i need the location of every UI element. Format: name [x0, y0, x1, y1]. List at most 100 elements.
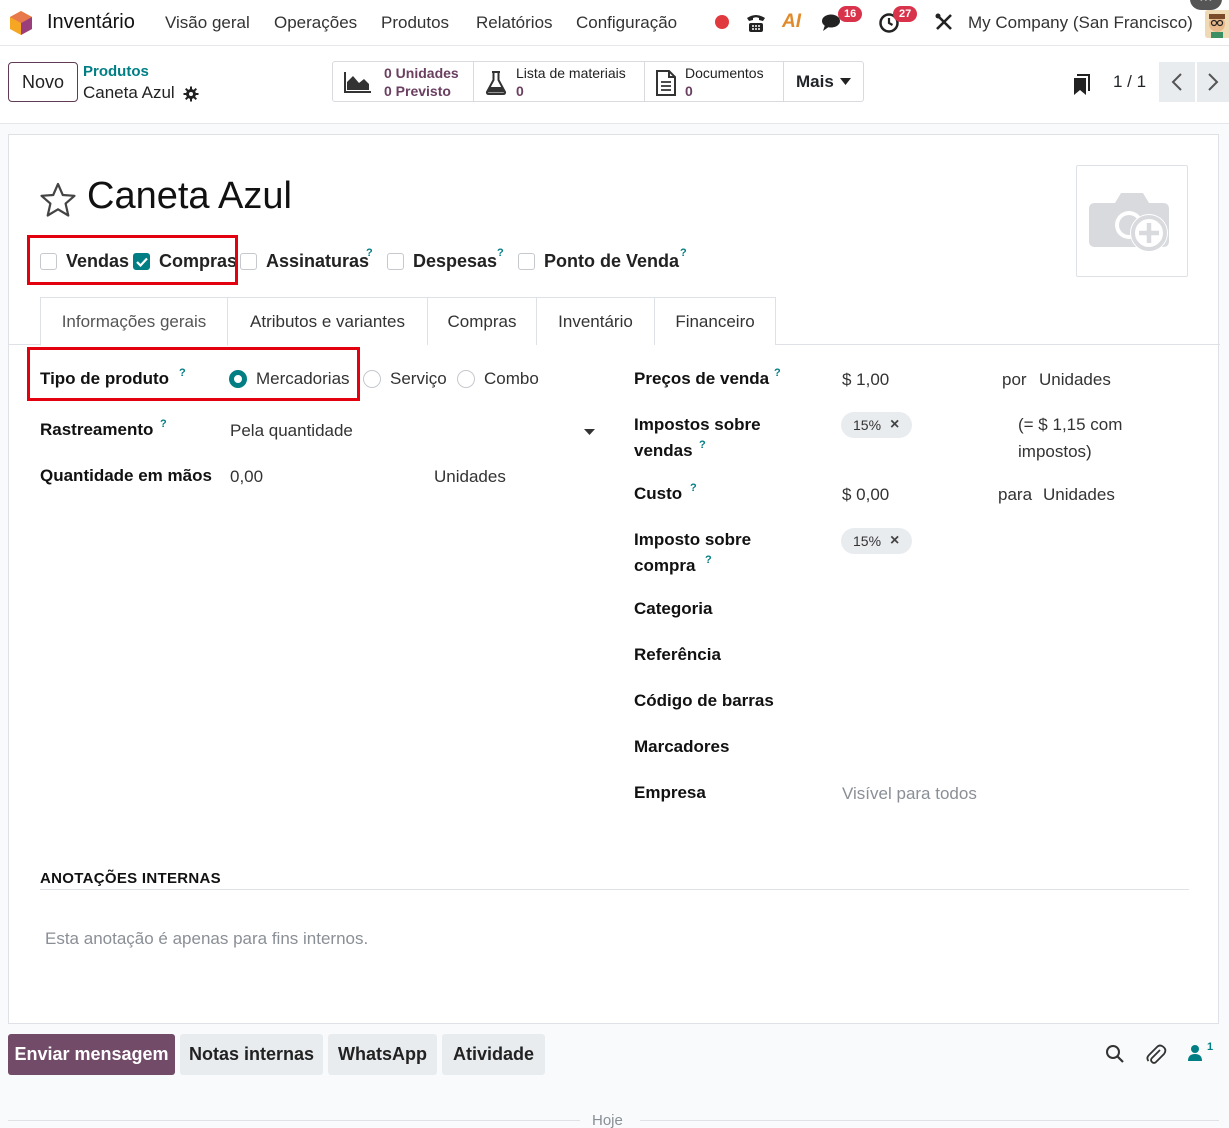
menu-operations[interactable]: Operações	[274, 13, 357, 33]
top-navbar: Inventário Visão geral Operações Produto…	[0, 0, 1229, 46]
help-subscriptions-icon[interactable]: ?	[366, 247, 373, 259]
tax-included-line2: impostos)	[1018, 442, 1092, 461]
product-image-upload[interactable]	[1076, 165, 1188, 277]
caret-down-icon	[840, 78, 851, 85]
pos-checkbox[interactable]	[518, 252, 535, 270]
form-sheet: Caneta Azul Vendas Compras Assinaturas ?…	[8, 134, 1220, 1024]
more-apps-icon[interactable]: ⋯	[1190, 0, 1222, 10]
log-note-button[interactable]: Notas internas	[180, 1034, 323, 1075]
user-avatar[interactable]	[1205, 10, 1229, 38]
qty-on-hand-uom: Unidades	[434, 467, 506, 486]
breadcrumb-products[interactable]: Produtos	[83, 63, 149, 80]
tracking-select[interactable]: Pela quantidade	[230, 421, 353, 441]
followers-icon[interactable]	[1188, 1044, 1204, 1062]
purchase-tax-tag[interactable]: 15% ×	[841, 528, 912, 554]
forecast-stat-button[interactable]: 0 Unidades 0 Previsto	[333, 62, 474, 101]
expenses-label: Despesas	[413, 250, 498, 271]
app-name[interactable]: Inventário	[47, 11, 135, 34]
new-button[interactable]: Novo	[8, 62, 78, 102]
help-purchase-tax-icon[interactable]: ?	[705, 554, 712, 566]
tax-included-line1: (= $ 1,15 com	[1018, 415, 1123, 434]
checkbox-expenses[interactable]: Despesas	[387, 249, 497, 273]
sale-tax-remove-icon[interactable]: ×	[890, 416, 899, 434]
internal-notes-input[interactable]: Esta anotação é apenas para fins interno…	[45, 929, 368, 949]
activity-button[interactable]: Atividade	[442, 1034, 545, 1075]
purchase-tax-remove-icon[interactable]: ×	[890, 532, 899, 550]
radio-combo[interactable]	[457, 370, 475, 388]
help-tracking-icon[interactable]: ?	[160, 418, 167, 430]
radio-service[interactable]	[363, 370, 381, 388]
menu-reports[interactable]: Relatórios	[476, 13, 553, 33]
forecast-predicted: 0 Previsto	[384, 83, 451, 99]
checkbox-subscriptions[interactable]: Assinaturas	[240, 249, 369, 273]
tools-icon[interactable]	[934, 12, 954, 32]
activities-badge: 27	[893, 6, 918, 22]
ai-icon[interactable]: AI	[782, 11, 801, 33]
area-chart-icon	[344, 72, 371, 93]
forecast-units: 0 Unidades	[384, 65, 459, 81]
sale-tax-tag[interactable]: 15% ×	[841, 412, 912, 438]
phone-icon[interactable]	[744, 11, 768, 35]
company-switcher[interactable]: My Company (San Francisco)	[968, 13, 1193, 33]
purchase-tax-label-2: compra	[634, 556, 696, 575]
menu-overview[interactable]: Visão geral	[165, 13, 250, 33]
menu-configuration[interactable]: Configuração	[576, 13, 677, 33]
sale-price-per: por	[1002, 370, 1027, 389]
whatsapp-button[interactable]: WhatsApp	[328, 1034, 437, 1075]
star-icon[interactable]	[39, 182, 77, 218]
tab-inventory[interactable]: Inventário	[536, 297, 655, 345]
help-expenses-icon[interactable]: ?	[497, 247, 504, 259]
tab-attributes-variants[interactable]: Atributos e variantes	[227, 297, 428, 345]
highlight-product-type	[27, 347, 360, 401]
pager-next-button[interactable]	[1197, 62, 1229, 102]
company-label: Empresa	[634, 783, 706, 802]
chevron-left-icon	[1171, 73, 1182, 91]
tracking-label: Rastreamento	[40, 420, 154, 439]
bom-stat-button[interactable]: Lista de materiais 0	[474, 62, 645, 101]
sale-tax-label-1: Impostos sobre	[634, 415, 761, 434]
product-title[interactable]: Caneta Azul	[87, 175, 292, 218]
radio-service-label[interactable]: Serviço	[390, 369, 447, 389]
qty-on-hand-label: Quantidade em mãos	[40, 466, 212, 485]
subscriptions-checkbox[interactable]	[240, 252, 257, 270]
gear-icon[interactable]	[183, 86, 199, 102]
pager-previous-button[interactable]	[1159, 62, 1195, 102]
more-dropdown[interactable]: Mais	[784, 62, 863, 101]
qty-on-hand-value[interactable]: 0,00	[230, 467, 263, 487]
tracking-caret-icon[interactable]	[584, 429, 595, 436]
company-field[interactable]: Visível para todos	[842, 784, 977, 804]
paperclip-icon[interactable]	[1145, 1044, 1167, 1066]
documents-label: Documentos	[685, 65, 764, 81]
app-logo-icon[interactable]	[8, 10, 34, 36]
search-icon[interactable]	[1105, 1044, 1125, 1064]
purchase-tax-label-1: Imposto sobre	[634, 530, 752, 549]
today-divider-left	[8, 1120, 580, 1121]
checkbox-pos[interactable]: Ponto de Venda	[518, 249, 679, 273]
cost-label: Custo	[634, 484, 683, 503]
sale-tax-tag-label: 15%	[853, 417, 882, 433]
pager-value[interactable]: 1 / 1	[1113, 72, 1146, 92]
documents-stat-button[interactable]: Documentos 0	[645, 62, 784, 101]
tab-purchase[interactable]: Compras	[427, 297, 537, 345]
tab-accounting[interactable]: Financeiro	[654, 297, 776, 345]
highlight-sales-purchase	[27, 235, 238, 285]
tab-general-info[interactable]: Informações gerais	[40, 297, 228, 346]
menu-products[interactable]: Produtos	[381, 13, 449, 33]
today-divider-right	[640, 1120, 1219, 1121]
cost-value[interactable]: $ 0,00	[842, 485, 889, 505]
subscriptions-label: Assinaturas	[266, 250, 370, 271]
help-sale-tax-icon[interactable]: ?	[699, 439, 706, 451]
radio-combo-label[interactable]: Combo	[484, 369, 539, 389]
sale-tax-label-2: vendas	[634, 441, 693, 460]
send-message-button[interactable]: Enviar mensagem	[8, 1034, 175, 1075]
sale-price-value[interactable]: $ 1,00	[842, 370, 889, 390]
record-icon[interactable]	[713, 13, 731, 31]
messages-badge: 16	[838, 6, 863, 22]
help-cost-icon[interactable]: ?	[690, 482, 697, 494]
help-sale-price-icon[interactable]: ?	[774, 367, 781, 379]
help-pos-icon[interactable]: ?	[680, 247, 687, 259]
barcode-label: Código de barras	[634, 691, 774, 710]
expenses-checkbox[interactable]	[387, 252, 404, 270]
bookmark-icon[interactable]	[1073, 74, 1090, 96]
sale-price-label: Preços de venda	[634, 369, 770, 388]
